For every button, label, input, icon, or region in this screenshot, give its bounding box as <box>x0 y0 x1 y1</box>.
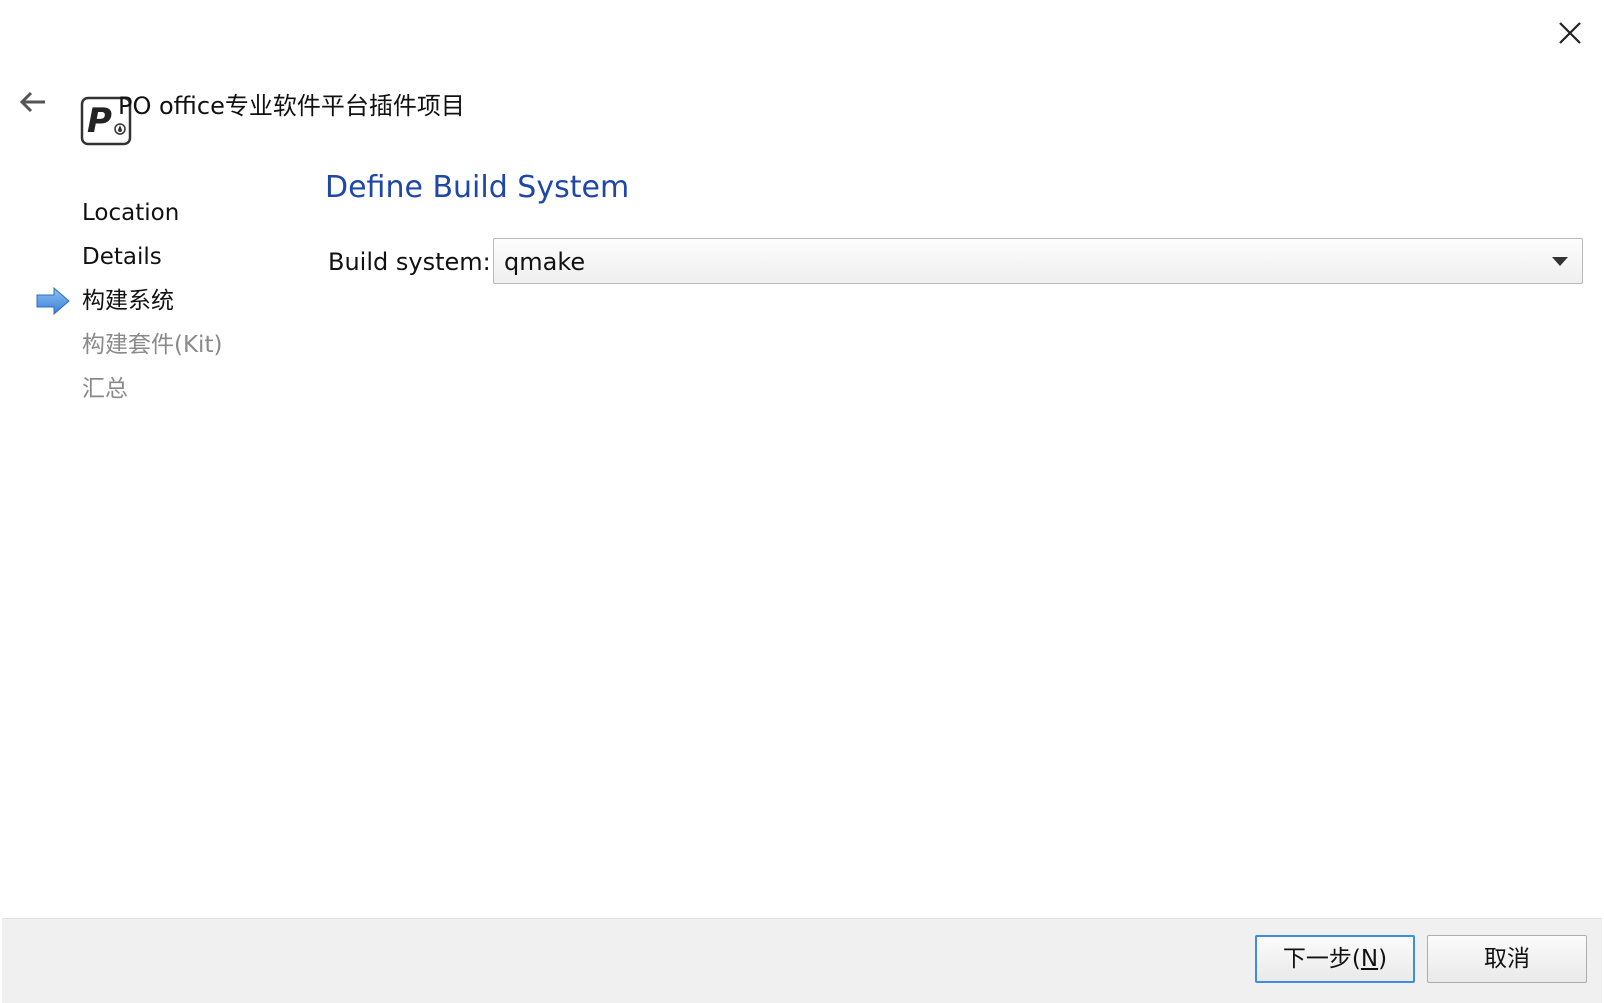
back-arrow-icon <box>19 91 45 113</box>
build-system-dropdown[interactable]: qmake <box>493 238 1583 284</box>
next-label-post: ) <box>1378 946 1388 972</box>
wizard-title: PO office专业软件平台插件项目 <box>118 92 465 120</box>
svg-text:P: P <box>87 101 112 141</box>
next-mnemonic: N <box>1360 946 1379 972</box>
cancel-button[interactable]: 取消 <box>1427 935 1587 983</box>
build-system-value: qmake <box>504 248 586 276</box>
step-details: Details <box>82 244 162 270</box>
next-button[interactable]: 下一步(N) <box>1255 935 1415 983</box>
page-title: Define Build System <box>325 170 630 205</box>
step-build-system: 构建系统 <box>82 288 174 314</box>
close-icon <box>1559 22 1581 44</box>
next-label-pre: 下一步( <box>1282 946 1361 972</box>
build-system-label: Build system: <box>328 248 491 276</box>
step-kit: 构建套件(Kit) <box>82 332 223 358</box>
step-summary: 汇总 <box>82 376 128 402</box>
step-location: Location <box>82 200 180 226</box>
close-button[interactable] <box>1554 17 1586 49</box>
current-step-arrow-icon <box>36 287 70 315</box>
chevron-down-icon <box>1552 257 1568 266</box>
back-button[interactable] <box>18 90 48 114</box>
